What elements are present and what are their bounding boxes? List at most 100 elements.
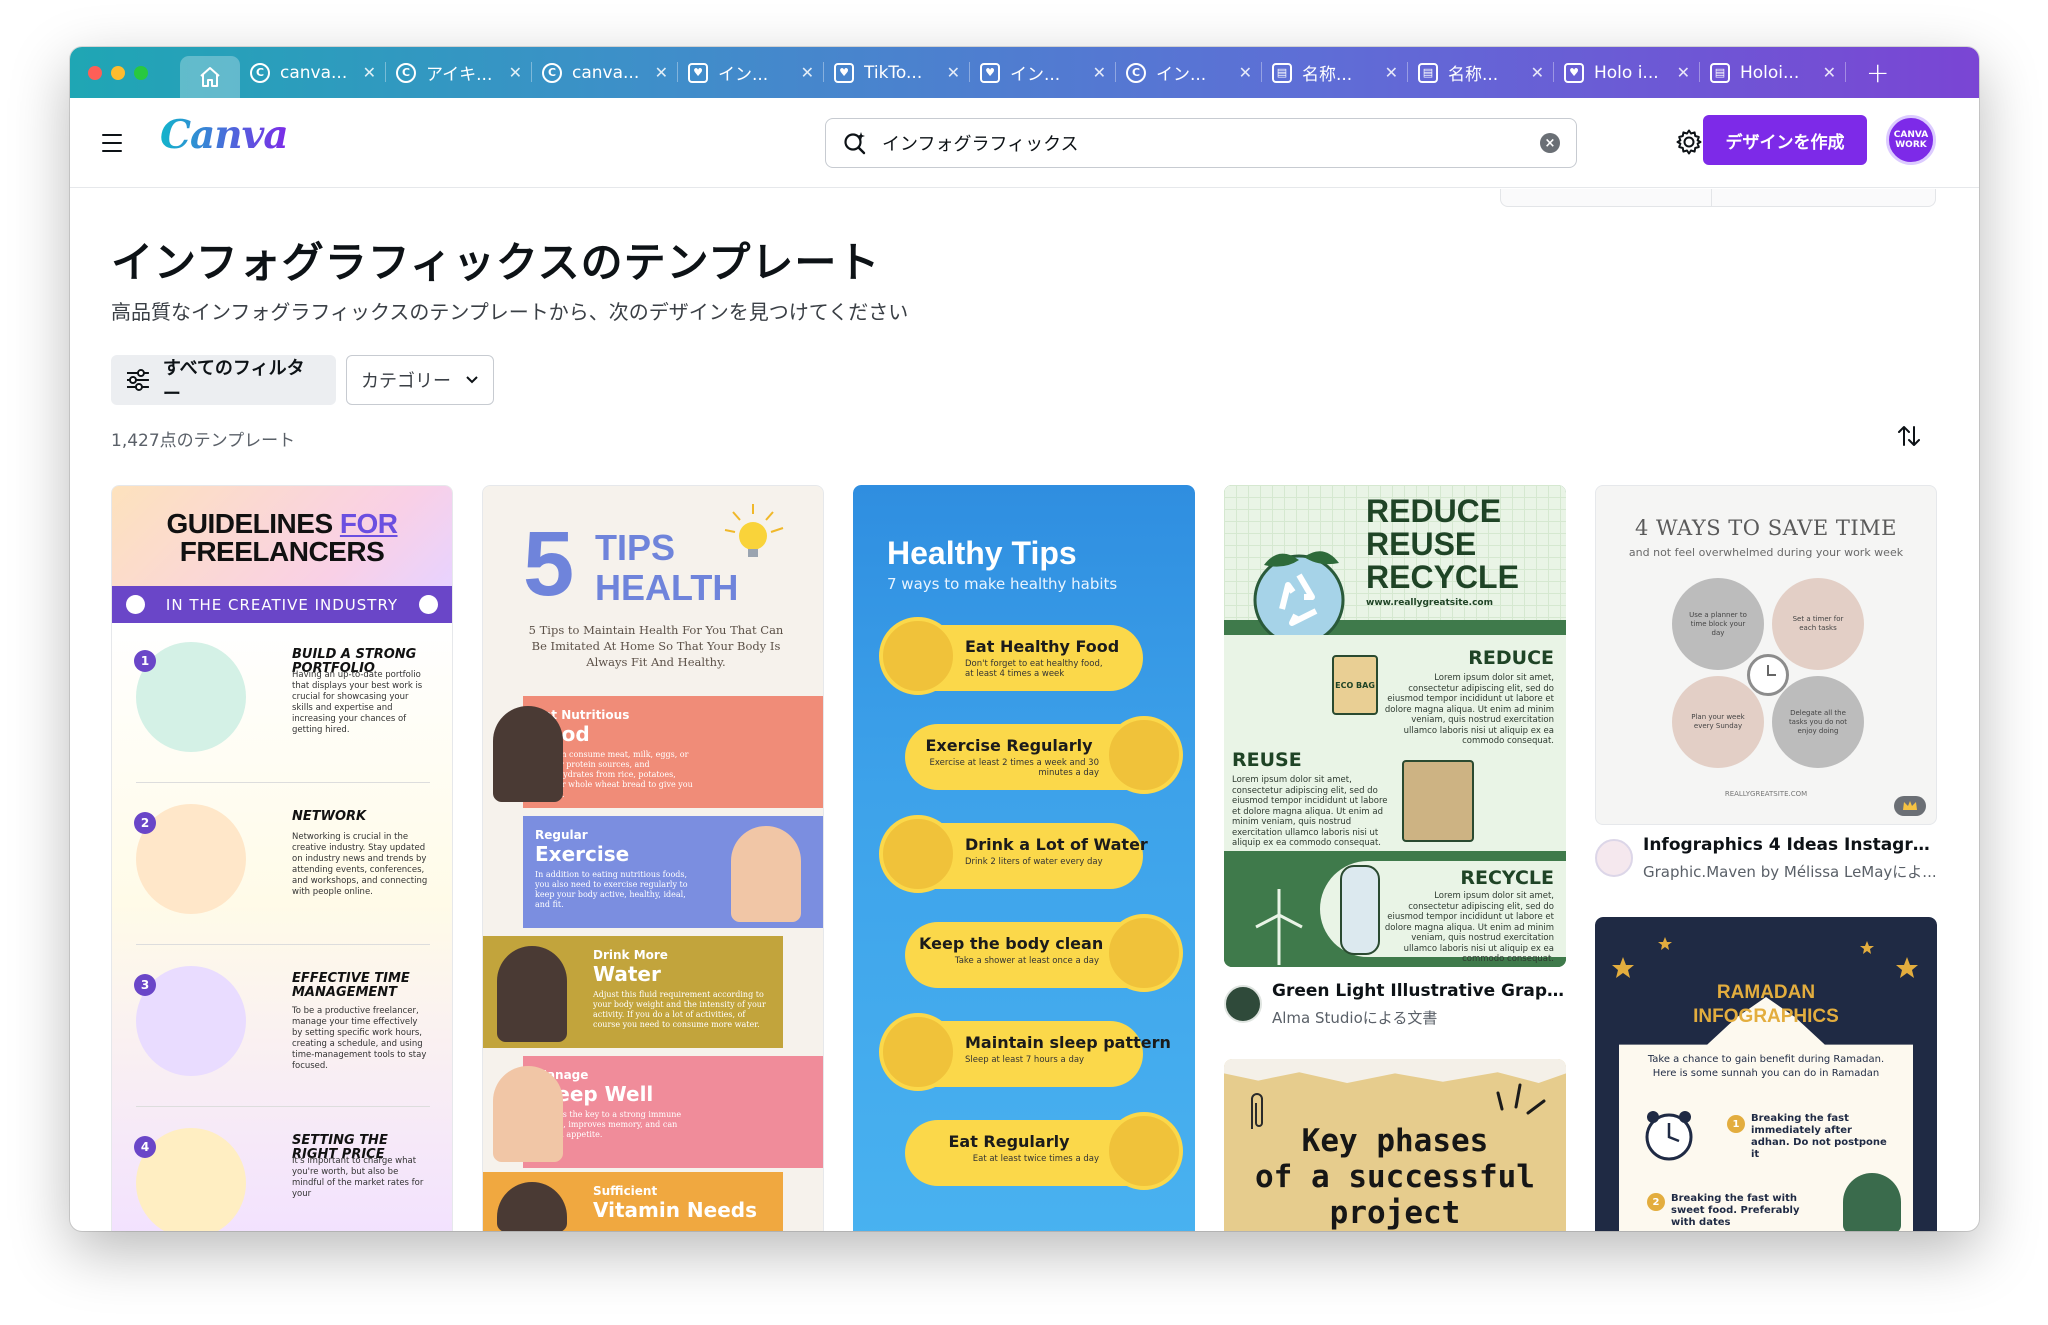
tip-number-badge: 2	[134, 812, 156, 834]
freelancer-title-for: FOR	[339, 508, 398, 539]
template-thumbnail: 5 TIPS HEALTH 5 Tips to Maintain Health …	[482, 485, 824, 1231]
healthy-tips-title: Healthy Tips	[887, 535, 1077, 571]
template-meta: Green Light Illustrative Graphic ... Alm…	[1224, 981, 1566, 1028]
healthy-tip-pill: Drink a Lot of Water Drink 2 liters of wa…	[879, 815, 1148, 893]
browser-tab[interactable]: ♥ TikTo... ✕	[824, 47, 970, 98]
close-tab-icon[interactable]: ✕	[801, 63, 814, 82]
canva-icon: C	[396, 62, 416, 83]
close-tab-icon[interactable]: ✕	[1093, 63, 1106, 82]
ramadan-title-1: RAMADAN	[1716, 982, 1816, 1003]
template-card-5-tips-health[interactable]: 5 TIPS HEALTH 5 Tips to Maintain Health …	[482, 485, 824, 1231]
create-design-button[interactable]: デザインを作成	[1703, 115, 1867, 165]
printer-icon: ▤	[1272, 62, 1292, 83]
author-avatar[interactable]	[1224, 985, 1262, 1023]
healthy-tip-pill: Maintain sleep pattern Sleep at least 7 h…	[879, 1013, 1171, 1091]
close-tab-icon[interactable]: ✕	[947, 63, 960, 82]
user-avatar[interactable]: CANVA WORK	[1886, 115, 1936, 165]
template-title[interactable]: Infographics 4 Ideas Instagram ...	[1643, 835, 1937, 855]
close-tab-icon[interactable]: ✕	[1823, 63, 1836, 82]
home-tab[interactable]	[180, 56, 240, 98]
template-title[interactable]: Green Light Illustrative Graphic ...	[1272, 981, 1566, 1001]
page-title: インフォグラフィックスのテンプレート	[111, 238, 881, 287]
petal-text: Plan your week every Sunday	[1691, 713, 1745, 730]
browser-tab[interactable]: ♥ イン... ✕	[678, 47, 824, 98]
zoom-window-button[interactable]	[134, 65, 148, 80]
close-tab-icon[interactable]: ✕	[655, 63, 668, 82]
template-thumbnail: Key phases of a successful project	[1224, 1059, 1566, 1231]
search-input[interactable]: インフォグラフィックス	[882, 130, 1540, 156]
browser-tab[interactable]: ♥ イン... ✕	[970, 47, 1116, 98]
template-card-reduce-reuse-recycle[interactable]: REDUCE REUSE RECYCLE www.reallygreatsite…	[1224, 485, 1566, 1045]
section-reuse: REUSE	[1232, 749, 1302, 771]
author-avatar[interactable]	[1595, 839, 1633, 877]
close-tab-icon[interactable]: ✕	[1677, 63, 1690, 82]
browser-tab[interactable]: ♥ Holo i... ✕	[1554, 47, 1700, 98]
tip-photo	[1105, 914, 1183, 992]
clear-search-icon[interactable]: ×	[1540, 133, 1560, 153]
hamburger-menu-icon[interactable]	[102, 134, 122, 158]
health-tip: Eat NutritiousFoodYou can consume meat, …	[523, 696, 823, 808]
browser-tab[interactable]: ▤ Holoi... ✕	[1700, 47, 1846, 98]
close-tab-icon[interactable]: ✕	[1239, 63, 1252, 82]
close-tab-icon[interactable]: ✕	[363, 63, 376, 82]
wind-turbine-icon	[1244, 885, 1314, 967]
canva-logo[interactable]: Canva	[160, 112, 289, 158]
close-tab-icon[interactable]: ✕	[1385, 63, 1398, 82]
template-card-4-ways-save-time[interactable]: 4 WAYS TO SAVE TIME and not feel overwhe…	[1595, 485, 1937, 905]
minimize-window-button[interactable]	[111, 65, 125, 80]
freelancer-title-1: GUIDELINES	[166, 508, 333, 539]
browser-tab[interactable]: Ccanva... ✕	[240, 47, 386, 98]
settings-gear-icon[interactable]	[1672, 125, 1706, 159]
template-card-healthy-tips[interactable]: Healthy Tips 7 ways to make healthy habi…	[853, 485, 1195, 1231]
person-illustration	[493, 1066, 563, 1162]
ramadan-item-2: Breaking the fast with sweet food. Prefe…	[1671, 1193, 1800, 1228]
magic-search-icon	[844, 132, 866, 155]
printer-icon: ▤	[1710, 62, 1730, 83]
petal-text: Delegate all the tasks you do not enjoy …	[1788, 708, 1848, 735]
close-tab-icon[interactable]: ✕	[1531, 63, 1544, 82]
healthy-tip-heading: Eat Regularly	[948, 1132, 1070, 1151]
person-illustration	[731, 826, 801, 922]
browser-window: Ccanva... ✕ C アイキ... ✕ Ccanva... ✕ ♥ イン... ✕ ♥ TikT…	[70, 47, 1979, 1231]
close-window-button[interactable]	[88, 65, 102, 80]
template-author[interactable]: Graphic.Maven by Mélissa LeMayによ...	[1643, 861, 1937, 882]
tip-photo	[879, 617, 957, 695]
browser-tab[interactable]: ▤ 名称... ✕	[1262, 47, 1408, 98]
scrolled-toggle-remnant	[1500, 189, 1936, 207]
key-phases-line1: Key phases	[1301, 1123, 1489, 1159]
template-author[interactable]: Alma Studioによる文書	[1272, 1007, 1566, 1028]
section-reduce: REDUCE	[1468, 647, 1554, 669]
save-time-title: 4 WAYS TO SAVE TIME	[1634, 516, 1898, 540]
browser-tab[interactable]: Ccanva... ✕	[532, 47, 678, 98]
new-tab-button[interactable]: +	[1866, 56, 1889, 89]
template-thumbnail: RAMADAN INFOGRAPHICS Take a chance to ga…	[1595, 917, 1937, 1231]
lightbulb-icon	[715, 500, 795, 574]
template-card-freelancers[interactable]: GUIDELINES FOR FREELANCERS IN THE CREATI…	[111, 485, 453, 1231]
template-card-key-phases[interactable]: Key phases of a successful project	[1224, 1059, 1566, 1231]
close-tab-icon[interactable]: ✕	[509, 63, 522, 82]
heart-icon: ♥	[834, 62, 854, 83]
all-filters-button[interactable]: すべてのフィルター	[111, 355, 336, 405]
browser-tab-label: 名称...	[1302, 65, 1353, 85]
template-count: 1,427点のテンプレート	[111, 431, 296, 451]
heart-icon: ♥	[1564, 62, 1584, 83]
person-illustration	[493, 706, 563, 802]
browser-tab-label: Holo i...	[1594, 62, 1659, 83]
template-card-ramadan[interactable]: RAMADAN INFOGRAPHICS Take a chance to ga…	[1595, 917, 1937, 1231]
filter-sliders-icon	[126, 369, 149, 391]
tip-photo	[1105, 716, 1183, 794]
healthy-tip-pill: Exercise Regularly Exercise at least 2 ti…	[905, 716, 1183, 794]
big-five: 5	[523, 513, 575, 615]
healthy-tip-heading: Maintain sleep pattern	[965, 1033, 1171, 1052]
search-bar[interactable]: インフォグラフィックス ×	[825, 118, 1577, 168]
browser-tab[interactable]: ▤ 名称... ✕	[1408, 47, 1554, 98]
healthy-tip-body: Eat at least twice times a day	[972, 1154, 1099, 1164]
category-dropdown[interactable]: カテゴリー	[346, 355, 494, 405]
browser-tab[interactable]: C アイキ... ✕	[386, 47, 532, 98]
browser-tab[interactable]: C イン... ✕	[1116, 47, 1262, 98]
browser-tab-label: イン...	[1156, 65, 1207, 85]
headline-reduce: REDUCE	[1366, 493, 1502, 529]
window-controls	[88, 65, 180, 80]
sort-icon[interactable]	[1896, 423, 1922, 455]
browser-tab-label: イン...	[1010, 65, 1061, 85]
